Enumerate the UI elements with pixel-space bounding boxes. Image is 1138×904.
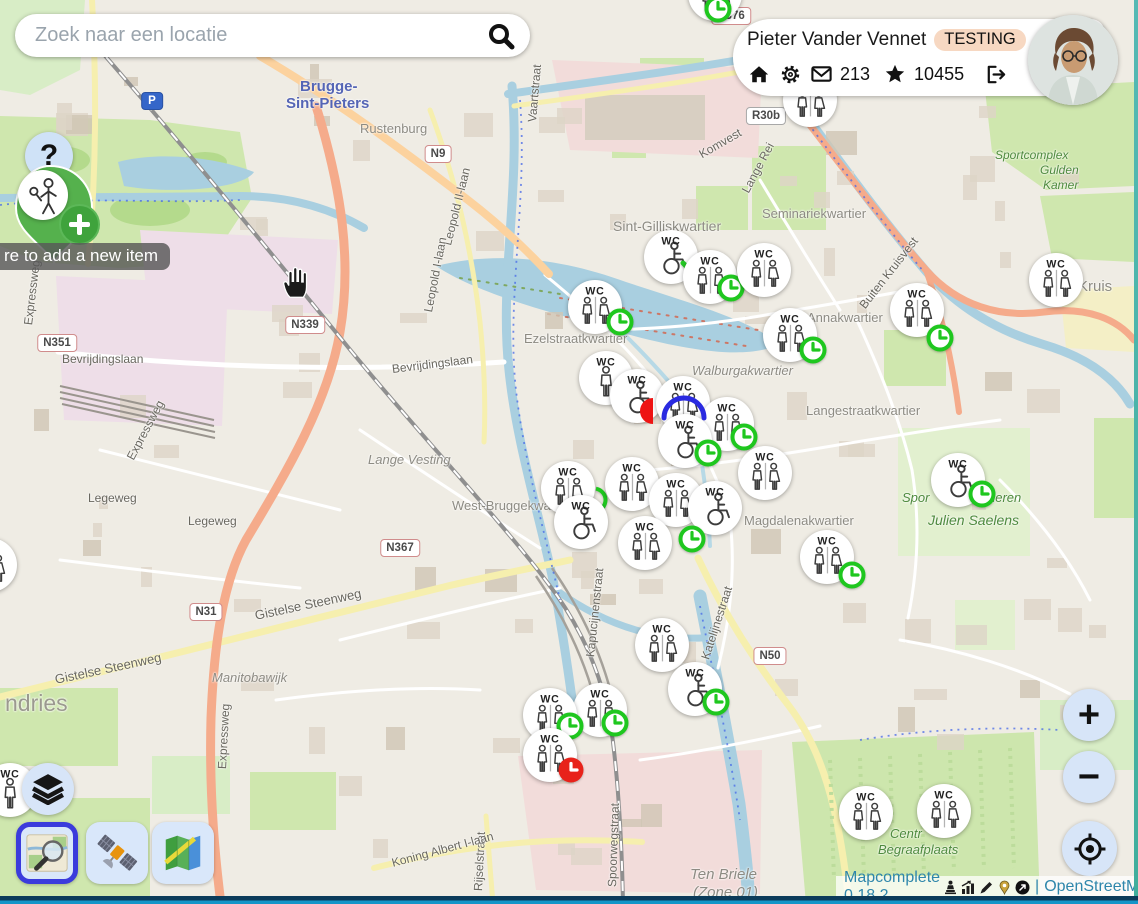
geolocate-button[interactable]	[1062, 821, 1117, 876]
svg-text:WC: WC	[540, 733, 559, 745]
svg-text:WC: WC	[934, 789, 953, 801]
svg-text:WC: WC	[856, 791, 875, 803]
map-markers-layer: WC WC WC WC WC WC WC WC WC WC WC WC WC WC WC WC WC WC WC WC…	[0, 0, 1138, 904]
svg-text:WC: WC	[622, 462, 641, 474]
svg-text:WC: WC	[700, 255, 719, 267]
background-osm-button[interactable]	[16, 822, 78, 884]
zoom-out-button[interactable]: −	[1063, 751, 1115, 803]
theme-pin-icon[interactable]	[997, 880, 1012, 895]
svg-text:WC: WC	[685, 667, 704, 679]
map-marker-toilet[interactable]: WC	[618, 516, 672, 570]
opening-hours-badge	[598, 706, 632, 740]
svg-text:WC: WC	[1046, 258, 1065, 270]
layers-icon	[32, 773, 64, 805]
search-icon[interactable]	[486, 21, 516, 51]
statistics-person-icon[interactable]	[943, 880, 958, 895]
search-bar[interactable]	[15, 14, 530, 57]
user-name: Pieter Vander Vennet	[747, 29, 926, 51]
testing-badge: TESTING	[934, 29, 1026, 51]
svg-text:WC: WC	[666, 478, 685, 490]
svg-text:WC: WC	[754, 248, 773, 260]
attribution-separator: |	[1035, 878, 1039, 896]
svg-text:WC: WC	[540, 693, 559, 705]
svg-text:WC: WC	[590, 688, 609, 700]
map-marker-toilet[interactable]: WC	[738, 446, 792, 500]
statistics-chart-icon[interactable]	[961, 880, 976, 895]
home-icon[interactable]	[747, 62, 771, 86]
map-marker-toilet[interactable]: WC	[1029, 253, 1083, 307]
map-marker-toilet[interactable]: WC	[554, 495, 608, 549]
osm-link[interactable]: OpenStreetMap	[1044, 878, 1138, 896]
svg-text:WC: WC	[627, 374, 646, 386]
svg-text:WC: WC	[717, 402, 736, 414]
mail-icon[interactable]	[809, 62, 833, 86]
svg-text:WC: WC	[948, 458, 967, 470]
background-osm-icon	[24, 830, 70, 876]
add-item-tooltip: re to add a new item	[0, 243, 170, 270]
avatar[interactable]	[1028, 15, 1118, 105]
svg-text:WC: WC	[0, 768, 19, 780]
plus-icon	[59, 204, 100, 245]
map-marker-toilet[interactable]: WC	[0, 538, 17, 592]
star-count[interactable]: 10455	[914, 64, 964, 85]
mapcomplete-app: Brugge-Sint-PietersRustenburgVaartstraat…	[0, 0, 1138, 904]
hand-cursor-icon	[278, 264, 316, 302]
layers-button[interactable]	[22, 763, 74, 815]
svg-text:WC: WC	[817, 535, 836, 547]
svg-text:WC: WC	[673, 381, 692, 393]
opening-hours-badge	[554, 753, 588, 787]
search-input[interactable]	[33, 23, 486, 48]
svg-text:WC: WC	[907, 288, 926, 300]
gear-icon[interactable]	[778, 62, 802, 86]
svg-text:WC: WC	[635, 521, 654, 533]
opening-hours-badge	[675, 522, 709, 556]
background-map-icon	[160, 830, 206, 876]
geolocate-icon	[1074, 833, 1106, 865]
svg-text:WC: WC	[652, 623, 671, 635]
logout-icon[interactable]	[983, 62, 1007, 86]
map-decor-bluearc	[660, 394, 708, 422]
svg-text:WC: WC	[558, 466, 577, 478]
fix-icon	[18, 170, 68, 220]
star-icon[interactable]	[883, 62, 907, 86]
message-count[interactable]: 213	[840, 64, 870, 85]
right-edge-strip	[1134, 0, 1138, 904]
svg-text:WC: WC	[571, 500, 590, 512]
opening-hours-badge	[923, 321, 957, 355]
zoom-in-button[interactable]: +	[1063, 689, 1115, 741]
opening-hours-badge	[965, 477, 999, 511]
attribution-bar: Mapcomplete 0.18.2 | OpenStreetMap	[836, 876, 1134, 898]
background-satellite-icon	[94, 830, 140, 876]
map-marker-toilet[interactable]: WC	[839, 786, 893, 840]
background-satellite-button[interactable]	[86, 822, 148, 884]
opening-hours-badge	[699, 685, 733, 719]
svg-text:WC: WC	[755, 451, 774, 463]
map-marker-toilet[interactable]: WC	[917, 784, 971, 838]
edit-pencil-icon[interactable]	[979, 880, 994, 895]
bottom-edge-strip	[0, 896, 1138, 904]
opening-hours-badge	[701, 0, 735, 26]
opening-hours-badge	[603, 305, 637, 339]
svg-text:WC: WC	[596, 356, 615, 368]
opening-hours-badge	[835, 558, 869, 592]
map-marker-toilet[interactable]: WC	[737, 243, 791, 297]
copyright-circle-icon[interactable]	[1015, 880, 1030, 895]
opening-hours-badge	[691, 436, 725, 470]
svg-text:WC: WC	[585, 285, 604, 297]
svg-text:WC: WC	[780, 313, 799, 325]
svg-text:WC: WC	[705, 486, 724, 498]
background-map-button[interactable]	[152, 822, 214, 884]
opening-hours-badge	[796, 333, 830, 367]
